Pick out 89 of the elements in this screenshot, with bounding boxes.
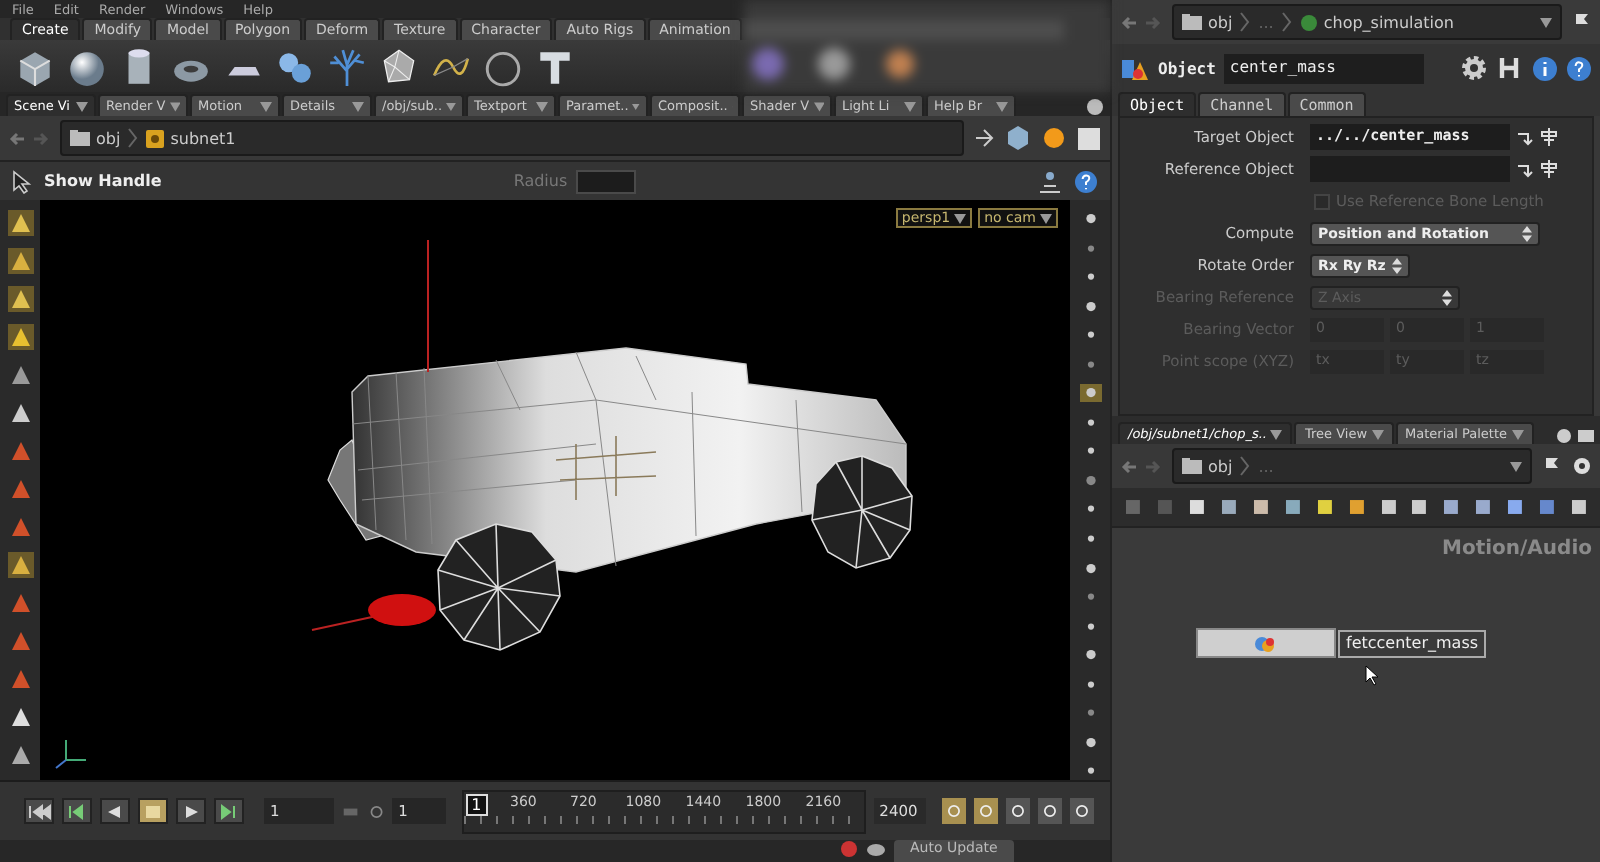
houdini-h-icon[interactable] bbox=[1496, 54, 1524, 82]
add-pane-icon[interactable] bbox=[1086, 98, 1104, 116]
dropdown-arrow-icon[interactable] bbox=[1511, 429, 1524, 439]
tool-icon[interactable] bbox=[7, 362, 33, 388]
dropdown-arrow-icon[interactable] bbox=[260, 101, 272, 111]
back-arrow-icon[interactable] bbox=[8, 129, 26, 147]
stepper-arrows-icon[interactable] bbox=[1522, 225, 1532, 241]
dropdown-arrow-icon[interactable] bbox=[1371, 429, 1384, 439]
dropdown-arrow-icon[interactable] bbox=[536, 101, 548, 111]
dropdown-arrow-icon[interactable] bbox=[1270, 429, 1283, 439]
tool-icon[interactable] bbox=[7, 248, 33, 274]
path-item[interactable]: subnet1 bbox=[170, 129, 236, 147]
cloud-icon[interactable] bbox=[866, 840, 886, 858]
jump-start-icon bbox=[26, 801, 52, 821]
render-sphere-icon[interactable] bbox=[1042, 126, 1066, 150]
chevron-icon bbox=[128, 128, 139, 148]
help-icon[interactable] bbox=[1566, 55, 1592, 81]
node-type-icon bbox=[1254, 633, 1278, 653]
network-icon bbox=[1299, 13, 1318, 31]
stop-icon bbox=[140, 801, 166, 821]
path-bar[interactable]: obj ... chop_simulation bbox=[1172, 4, 1562, 40]
axis-handle-drawing[interactable] bbox=[311, 239, 436, 631]
path-item[interactable]: obj bbox=[96, 129, 121, 147]
path-item[interactable]: obj bbox=[1208, 457, 1233, 475]
jump-start-button[interactable] bbox=[24, 798, 54, 824]
polyhedron-icon[interactable] bbox=[378, 45, 420, 87]
stop-button[interactable] bbox=[138, 798, 168, 824]
dropdown-arrow-icon[interactable] bbox=[169, 101, 180, 111]
dropdown-arrow-icon[interactable] bbox=[1540, 17, 1552, 27]
radius-label: Radius bbox=[513, 172, 568, 190]
dropdown-arrow-icon[interactable] bbox=[813, 101, 824, 111]
node-type-label: Object bbox=[1158, 59, 1216, 77]
network-settings-icon[interactable] bbox=[1572, 456, 1592, 476]
dropdown-arrow-icon[interactable] bbox=[954, 213, 967, 223]
arrow-cursor-icon[interactable] bbox=[12, 169, 32, 193]
back-arrow-icon[interactable] bbox=[1120, 457, 1138, 475]
back-arrow-icon[interactable] bbox=[1120, 13, 1138, 31]
jump-arrow-icon[interactable] bbox=[1516, 161, 1534, 177]
node-name: fetccenter_mass bbox=[1338, 629, 1487, 657]
jump-arrow-icon[interactable] bbox=[1516, 129, 1534, 145]
path-item[interactable]: obj bbox=[1208, 13, 1233, 31]
dropdown-arrow-icon[interactable] bbox=[904, 101, 916, 111]
step-forward-button[interactable] bbox=[214, 798, 244, 824]
info-icon[interactable] bbox=[1532, 55, 1558, 81]
dropdown-arrow-icon[interactable] bbox=[446, 101, 456, 111]
context-label: Motion/Audio bbox=[1442, 538, 1592, 560]
node-chooser-icon[interactable] bbox=[1540, 128, 1558, 146]
chevron-icon bbox=[1240, 12, 1251, 32]
add-pane-icon[interactable] bbox=[1556, 428, 1572, 444]
node-name-field[interactable]: center_mass bbox=[1223, 53, 1424, 83]
play-reverse-button[interactable] bbox=[100, 798, 130, 824]
tool-icon[interactable] bbox=[7, 704, 33, 730]
node-chooser-icon[interactable] bbox=[1540, 160, 1558, 178]
object-type-icon bbox=[1120, 55, 1150, 81]
display-option-icon[interactable] bbox=[1079, 384, 1101, 402]
axis-gizmo-icon bbox=[55, 739, 87, 769]
dropdown-arrow-icon[interactable] bbox=[1510, 461, 1522, 471]
tool-icon[interactable] bbox=[7, 742, 33, 768]
stop-icon[interactable] bbox=[840, 840, 858, 858]
chevron-icon bbox=[1281, 12, 1292, 32]
tree-icon[interactable] bbox=[326, 45, 368, 87]
dropdown-arrow-icon[interactable] bbox=[996, 101, 1008, 111]
step-back-button[interactable] bbox=[62, 798, 92, 824]
tool-icon[interactable] bbox=[7, 324, 33, 350]
mouse-cursor-icon bbox=[1364, 664, 1380, 686]
chop-node[interactable] bbox=[1196, 628, 1336, 658]
path-item[interactable]: chop_simulation bbox=[1323, 13, 1454, 31]
node-icon bbox=[146, 129, 165, 147]
operation-title: Show Handle bbox=[44, 172, 162, 190]
handle-icon[interactable] bbox=[1038, 169, 1062, 193]
dropdown-arrow-icon[interactable] bbox=[1040, 213, 1052, 223]
stepper-arrows-icon[interactable] bbox=[1392, 257, 1402, 273]
path-bar[interactable]: obj ... bbox=[1172, 448, 1532, 484]
tool-icon[interactable] bbox=[7, 552, 33, 578]
dropdown-arrow-icon[interactable] bbox=[352, 101, 364, 111]
cube-icon[interactable] bbox=[1004, 124, 1032, 152]
help-icon[interactable] bbox=[1074, 169, 1098, 193]
dropdown-arrow-icon[interactable] bbox=[76, 101, 88, 111]
chevron-icon bbox=[1240, 456, 1251, 476]
radius-field[interactable] bbox=[575, 169, 636, 193]
tool-icon[interactable] bbox=[7, 210, 33, 236]
path-bar[interactable]: obj subnet1 bbox=[60, 120, 964, 156]
dropdown-arrow-icon[interactable] bbox=[632, 101, 640, 111]
tool-icon[interactable] bbox=[7, 400, 33, 426]
square-icon[interactable] bbox=[1076, 125, 1102, 151]
maximize-icon[interactable] bbox=[1578, 428, 1594, 444]
tool-icon[interactable] bbox=[7, 286, 33, 312]
current-frame-marker[interactable]: 1 bbox=[465, 793, 488, 815]
play-button[interactable] bbox=[176, 798, 206, 824]
